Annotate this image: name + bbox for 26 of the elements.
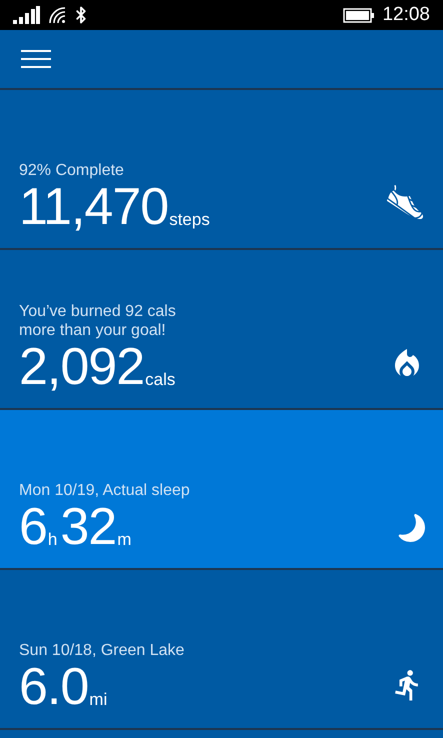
stat-unit: steps: [169, 210, 210, 230]
stat-tile[interactable]: Mon 10/19, Actual sleep 6h 32 m: [0, 410, 443, 568]
stat-number: 2,092: [19, 338, 144, 396]
battery-icon: [343, 8, 374, 22]
stat-number: 32: [60, 498, 116, 556]
stat-tile[interactable]: Sun 10/18, Green Lake 6.0mi: [0, 570, 443, 728]
tile-caption: You’ve burned 92 cals: [19, 302, 177, 321]
tile-caption: more than your goal!: [19, 321, 167, 340]
tile-caption: 92% Complete: [19, 161, 125, 180]
wifi-icon: [49, 6, 66, 24]
stat-unit: mi: [89, 690, 108, 710]
stat-tile[interactable]: 92% Complete 11,470steps: [0, 90, 443, 248]
menu-button[interactable]: [21, 48, 51, 70]
signal-icon: [13, 6, 40, 24]
moon-icon: [397, 514, 425, 542]
clock-time: 12:08: [382, 2, 430, 27]
stat-unit: cals: [145, 370, 176, 390]
stat-number: 6.0: [19, 658, 88, 716]
stat-number: 11,470: [19, 178, 168, 236]
tile-caption: Sun 10/18, Green Lake: [19, 641, 184, 660]
tile-caption: Mon 10/19, Actual sleep: [19, 481, 190, 500]
stat-tile[interactable]: You’ve burned 92 cals more than your goal! 2,092cals: [0, 250, 443, 408]
stat-unit: m: [117, 530, 132, 550]
shoe-icon: [385, 182, 425, 222]
stat-number: 6: [19, 498, 47, 556]
stat-unit: h: [48, 530, 58, 550]
